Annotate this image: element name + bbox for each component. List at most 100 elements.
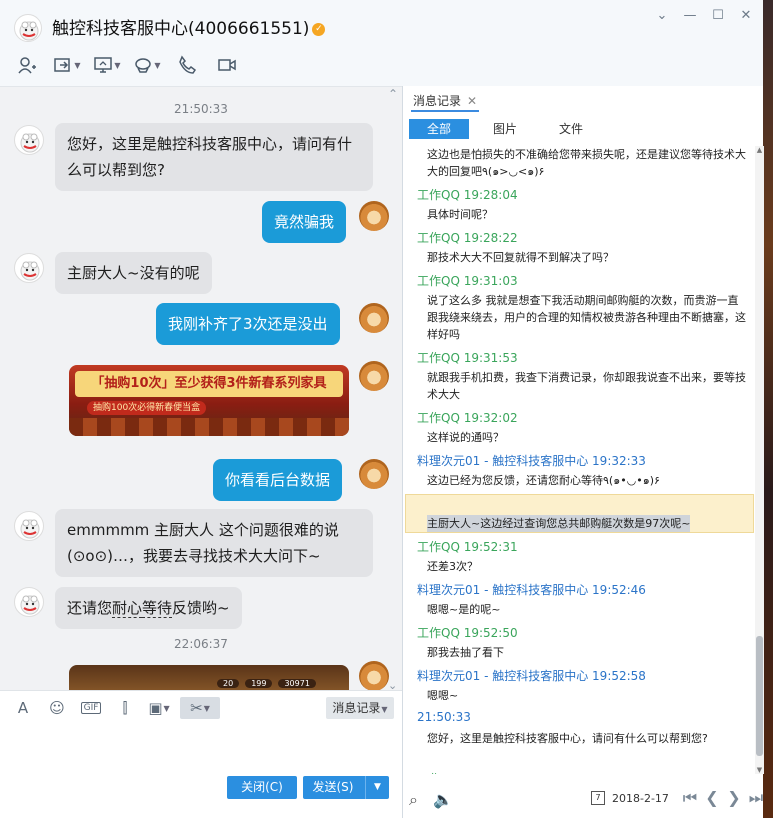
history-message-text: 就跟我手机扣费，我查下消费记录，你却跟我说查不出来，要等技术大大 (427, 371, 746, 401)
history-header-text: 工作QQ 19:28:22 (417, 231, 518, 245)
app-icon[interactable]: ▼ (132, 54, 162, 76)
tab-label: 消息记录 (413, 94, 462, 108)
menu-chevron-icon[interactable]: ⌄ (655, 8, 669, 23)
input-area[interactable]: A ☺ GIF ⫿ ▣ ▼ ✂ ▼ 消息记录▼ 关闭(C) 发送(S) ▼ (0, 690, 402, 818)
shake-icon[interactable]: ⫿ (112, 697, 138, 719)
keyword-link[interactable]: 耐心 (112, 599, 143, 618)
history-header-text: 料理次元01 - 触控科技客服中心 19:52:58 (417, 669, 646, 683)
image-message-game[interactable]: 20 199 30971 (69, 665, 349, 690)
history-message: 这样说的通吗？ (403, 429, 755, 449)
timestamp: 21:50:33 (174, 102, 228, 116)
tab-message-record[interactable]: 消息记录 ✕ (411, 90, 480, 112)
close-window-button[interactable]: ✕ (739, 8, 753, 23)
message-incoming: 您好，这里是触控科技客服中心，请问有什么可以帮到您? (55, 123, 373, 191)
send-options-icon[interactable]: ▼ (365, 776, 389, 799)
search-icon[interactable]: ⌕ (409, 790, 418, 810)
history-message-text: 那技术大大不回复就得不到解决了吗？ (427, 251, 614, 264)
service-avatar[interactable] (14, 587, 44, 617)
history-message-text: 那我去抽了看下 (427, 646, 504, 659)
close-button[interactable]: 关闭(C) (227, 776, 297, 799)
minimize-button[interactable]: — (683, 8, 697, 23)
filter-all[interactable]: 全部 (409, 119, 469, 139)
file-transfer-icon[interactable]: ▼ (52, 54, 82, 76)
scroll-up-icon[interactable]: ▲ (755, 146, 764, 154)
history-header: 工作QQ 19:31:03 (403, 272, 755, 292)
game-resource-bar: 20 199 30971 (217, 677, 316, 689)
history-header: 料理次元01 - 触控科技客服中心 19:52:58 (403, 667, 755, 687)
gif-icon[interactable]: GIF (78, 697, 104, 719)
user-avatar[interactable] (359, 201, 389, 231)
filter-images[interactable]: 图片 (475, 119, 535, 139)
emoji-icon[interactable]: ☺ (44, 697, 70, 719)
image-icon[interactable]: ▣ ▼ (146, 697, 172, 719)
video-icon[interactable] (212, 54, 242, 76)
banner-floor (69, 418, 349, 436)
history-message: 这边也是怕损失的不准确给您带来损失呢，还是建议您等待技术大大的回复吧٩(๑>◡<… (403, 146, 755, 178)
history-message: 那我去抽了看下 (403, 644, 755, 664)
service-avatar[interactable] (14, 125, 44, 155)
send-button[interactable]: 发送(S) ▼ (303, 776, 389, 799)
service-avatar[interactable] (14, 511, 44, 541)
history-message: 这边已经为您反馈，还请您耐心等待٩(๑•◡•๑)۶ (403, 472, 755, 492)
scroll-down-icon[interactable]: ▼ (755, 766, 764, 774)
speaker-icon[interactable]: 🔈 (433, 790, 453, 809)
history-date: 2018-2-17 (612, 792, 669, 805)
add-contact-icon[interactable] (12, 54, 42, 76)
history-records[interactable]: 这边也是怕损失的不准确给您带来损失呢，还是建议您等待技术大大的回复吧٩(๑>◡<… (403, 146, 755, 774)
user-avatar[interactable] (359, 303, 389, 333)
maximize-button[interactable]: ☐ (711, 8, 725, 23)
history-panel: 消息记录 ✕ 全部 图片 文件 这边也是怕损失的不准确给您带来损失呢，还是建议您等… (402, 86, 764, 818)
keyword-link[interactable]: 等待 (142, 599, 173, 618)
history-message-text: 说了这么多 我就是想查下我活动期间邮购艇的次数，而贵游一直跟我绕来绕去，用户的合… (427, 294, 746, 341)
contact-avatar[interactable] (14, 14, 42, 42)
screenshot-icon[interactable]: ✂ ▼ (180, 697, 220, 719)
history-message-text: 主厨大人~这边经过查询您总共邮购艇次数是97次呢~ (427, 515, 691, 532)
last-page-icon[interactable]: ⏭ (747, 788, 765, 808)
history-header: 工作QQ 19:32:02 (403, 409, 755, 429)
history-message-text: 嗯嗯~是的呢~ (427, 603, 501, 616)
history-header: 料理次元01 - 触控科技客服中心 19:52:46 (403, 581, 755, 601)
close-tab-icon[interactable]: ✕ (467, 94, 477, 108)
history-header-text: 工作QQ 19:52:50 (417, 626, 518, 640)
phone-icon[interactable] (172, 54, 202, 76)
banner-headline: 「抽购10次」至少获得3件新春系列家具 (75, 371, 343, 397)
toolbar: ▼ ▼ ▼ (12, 54, 242, 76)
history-message: 那技术大大不回复就得不到解决了吗？ (403, 249, 755, 269)
chat-area[interactable]: ⌃ 21:50:33 您好，这里是触控科技客服中心，请问有什么可以帮到您? 竟然… (0, 86, 402, 690)
history-message-text: 这边也是怕损失的不准确给您带来损失呢，还是建议您等待技术大大的回复吧٩(๑>◡<… (427, 148, 746, 178)
history-message-text: 您好，这里是触控科技客服中心，请问有什么可以帮到您? (427, 732, 708, 745)
history-message: 您好，这里是触控科技客服中心，请问有什么可以帮到您? (403, 730, 755, 750)
history-filters: 全部 图片 文件 (409, 119, 607, 139)
history-message-text: 还差3次？ (427, 560, 478, 573)
history-header: 工作QQ 19:28:22 (403, 229, 755, 249)
collapse-icon[interactable]: ⌃ (388, 87, 398, 101)
filter-files[interactable]: 文件 (541, 119, 601, 139)
user-avatar[interactable] (359, 459, 389, 489)
calendar-icon[interactable]: 7 (591, 791, 605, 805)
history-scrollbar[interactable]: ▲ ▼ (755, 146, 764, 774)
image-message-banner[interactable]: 「抽购10次」至少获得3件新春系列家具 抽购100次必得新春便当盒 (69, 365, 349, 436)
service-avatar[interactable] (14, 253, 44, 283)
message-incoming: emmmmm 主厨大人 这个问题很难的说(⊙o⊙)…，我要去寻找技术大大问下~ (55, 509, 373, 577)
history-footer: ⌕ 🔈 7 2018-2-17 ⏮ ❮ ❯ ⏭ (403, 786, 764, 818)
font-icon[interactable]: A (10, 697, 36, 719)
expand-icon[interactable]: ⌄ (388, 679, 397, 690)
user-avatar[interactable] (359, 361, 389, 391)
history-header-text: 工作QQ 19:52:31 (417, 540, 518, 554)
history-header-text: 工作QQ 19:32:02 (417, 411, 518, 425)
scroll-thumb[interactable] (756, 636, 763, 756)
desktop-background (763, 0, 773, 818)
message-record-label: 消息记录 (332, 701, 381, 715)
history-pager: ⏮ ❮ ❯ ⏭ (681, 788, 765, 808)
prev-page-icon[interactable]: ❮ (703, 788, 721, 808)
message-record-button[interactable]: 消息记录▼ (326, 697, 394, 719)
game-value: 30971 (278, 678, 316, 688)
history-message: 还差3次？ (403, 558, 755, 578)
screen-share-icon[interactable]: ▼ (92, 54, 122, 76)
next-page-icon[interactable]: ❯ (725, 788, 743, 808)
verified-icon: ✓ (312, 22, 326, 36)
window-title: 触控科技客服中心(4006661551) ✓ (52, 14, 326, 39)
first-page-icon[interactable]: ⏮ (681, 788, 699, 808)
history-message-text: 具体时间呢？ (427, 208, 493, 221)
user-avatar[interactable] (359, 661, 389, 690)
